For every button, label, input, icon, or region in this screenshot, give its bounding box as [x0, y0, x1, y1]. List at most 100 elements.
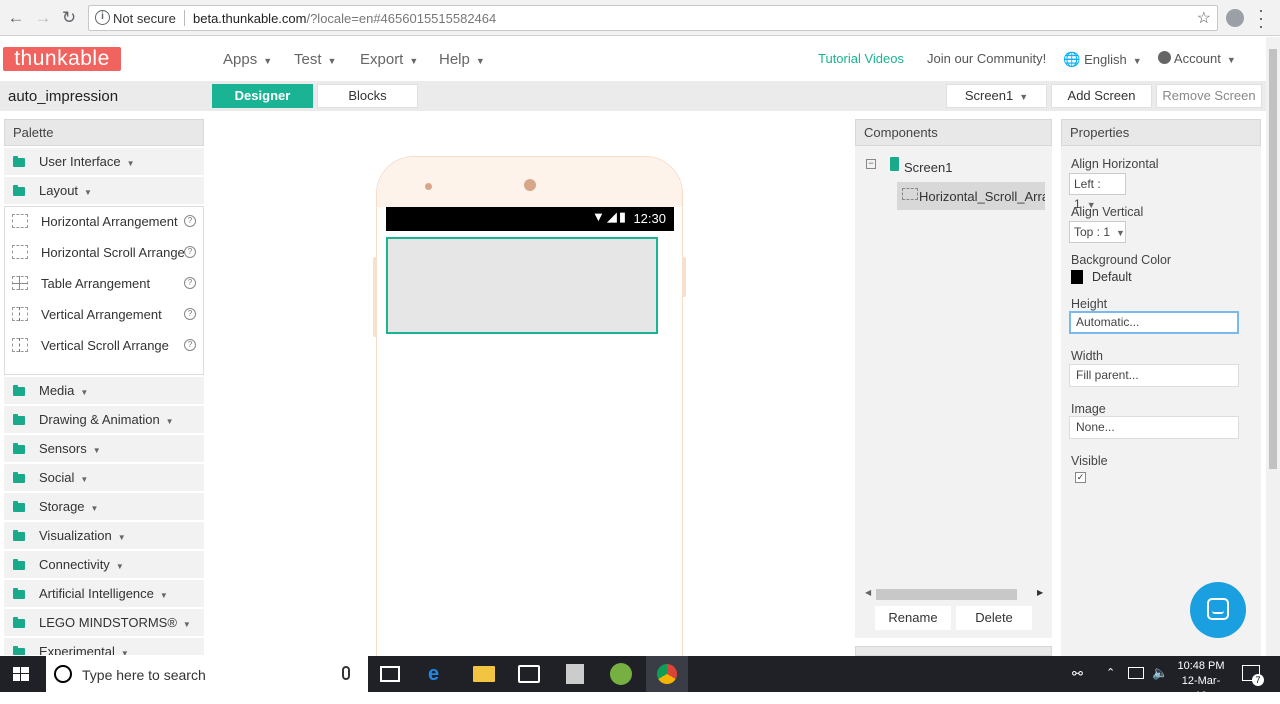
chevron-down-icon: ▼	[263, 56, 273, 66]
project-name: auto_impression	[8, 88, 119, 105]
microphone-icon[interactable]	[342, 666, 350, 680]
category-media[interactable]: Media ▼	[4, 377, 204, 405]
tree-item-selected[interactable]: Horizontal_Scroll_Arran	[897, 182, 1045, 210]
tree-item-screen1[interactable]: Screen1	[904, 160, 952, 175]
back-icon[interactable]: ←	[6, 8, 26, 28]
forward-icon[interactable]: →	[33, 8, 53, 28]
tray-expand-icon[interactable]: ⌃	[1106, 666, 1115, 679]
horizontal-scroll-arrangement[interactable]	[386, 237, 658, 334]
menu-export[interactable]: Export ▼	[360, 51, 418, 68]
reload-icon[interactable]: ↻	[59, 8, 79, 28]
components-actions: Rename Delete	[855, 604, 1052, 638]
help-icon[interactable]: ?	[184, 308, 196, 320]
horizontal-scrollbar[interactable]	[876, 589, 1017, 600]
divider	[184, 10, 185, 26]
remove-screen-button[interactable]: Remove Screen	[1156, 84, 1262, 108]
category-visualization[interactable]: Visualization ▼	[4, 522, 204, 550]
category-user-interface[interactable]: User Interface ▼	[4, 148, 204, 176]
category-drawing-animation[interactable]: Drawing & Animation ▼	[4, 406, 204, 434]
help-icon[interactable]: ?	[184, 339, 196, 351]
palette-item-vertical-scroll[interactable]: Vertical Scroll Arrange?	[5, 331, 203, 362]
category-social[interactable]: Social ▼	[4, 464, 204, 492]
width-input[interactable]: Fill parent...	[1069, 364, 1239, 387]
browser-toolbar: ← → ↻ i Not secure beta.thunkable.com/?l…	[0, 0, 1280, 36]
chat-button[interactable]	[1190, 582, 1246, 638]
windows-start-icon[interactable]	[13, 667, 29, 681]
category-connectivity[interactable]: Connectivity ▼	[4, 551, 204, 579]
chevron-down-icon: ▼	[1019, 92, 1029, 102]
people-icon[interactable]: ⚯	[1072, 666, 1083, 682]
delete-button[interactable]: Delete	[956, 606, 1032, 630]
menu-help[interactable]: Help ▼	[439, 51, 485, 68]
category-sensors[interactable]: Sensors ▼	[4, 435, 204, 463]
phone-button	[373, 257, 377, 337]
help-icon[interactable]: ?	[184, 215, 196, 227]
height-input[interactable]: Automatic...	[1069, 311, 1239, 334]
taskbar-search[interactable]: Type here to search	[46, 656, 368, 692]
tutorial-videos-link[interactable]: Tutorial Videos	[818, 51, 904, 66]
taskbar-clock[interactable]: 10:48 PM 12-Mar-18	[1176, 659, 1226, 704]
task-view-icon[interactable]	[380, 666, 400, 682]
category-artificial-intelligence[interactable]: Artificial Intelligence ▼	[4, 580, 204, 608]
help-icon[interactable]: ?	[184, 246, 196, 258]
help-icon[interactable]: ?	[184, 277, 196, 289]
chevron-down-icon: ▼	[80, 475, 89, 484]
align-horizontal-select[interactable]: Left : 1 ▼	[1069, 173, 1126, 211]
file-explorer-icon[interactable]	[473, 666, 495, 682]
chevron-down-icon: ▼	[126, 159, 135, 168]
community-link[interactable]: Join our Community!	[927, 51, 1046, 66]
language-menu[interactable]: 🌐 English ▼	[1063, 51, 1142, 68]
category-storage[interactable]: Storage ▼	[4, 493, 204, 521]
designer-toolbar: auto_impression Designer Blocks Screen1 ▼…	[0, 81, 1266, 111]
browser-menu-icon[interactable]: · · ·	[1256, 1, 1266, 35]
palette-item-horizontal-arrangement[interactable]: Horizontal Arrangement?	[5, 207, 203, 238]
background-color-value[interactable]: Default	[1092, 270, 1132, 284]
horizontal-scroll-icon	[12, 245, 28, 259]
edge-icon[interactable]: e	[428, 664, 450, 684]
category-layout[interactable]: Layout ▼	[4, 177, 204, 205]
user-icon	[1158, 51, 1171, 64]
signal-battery-icon: ▼◢▮	[591, 209, 628, 224]
chevron-down-icon: ▼	[475, 56, 485, 66]
scroll-left-icon[interactable]: ◀	[865, 588, 873, 597]
color-swatch[interactable]	[1071, 270, 1083, 284]
category-label: Experimental	[39, 644, 115, 656]
address-bar[interactable]: i Not secure beta.thunkable.com/?locale=…	[88, 5, 1218, 31]
menu-test[interactable]: Test ▼	[294, 51, 336, 68]
collapse-icon[interactable]: −	[866, 159, 876, 169]
account-menu[interactable]: Account ▼	[1158, 51, 1236, 66]
menu-apps[interactable]: Apps ▼	[223, 51, 272, 68]
visible-checkbox[interactable]: ✓	[1075, 472, 1086, 483]
page-scrollbar[interactable]	[1266, 37, 1280, 656]
phone-preview: ▼◢▮ 12:30	[373, 156, 686, 676]
phone-status-bar: ▼◢▮ 12:30	[386, 207, 674, 231]
chrome-taskbar-item[interactable]	[646, 656, 688, 692]
align-vertical-select[interactable]: Top : 1 ▼	[1069, 221, 1126, 243]
scrollbar-thumb[interactable]	[1269, 49, 1277, 469]
category-lego-mindstorms[interactable]: LEGO MINDSTORMS® ▼	[4, 609, 204, 637]
bookmark-star-icon[interactable]: ☆	[1197, 8, 1211, 28]
image-input[interactable]: None...	[1069, 416, 1239, 439]
palette-item-table-arrangement[interactable]: Table Arrangement?	[5, 269, 203, 300]
palette-item-horizontal-scroll[interactable]: Horizontal Scroll Arrange?	[5, 238, 203, 269]
thunkable-logo[interactable]: thunkable	[3, 47, 121, 71]
network-icon[interactable]	[1128, 667, 1144, 679]
utorrent-icon[interactable]	[610, 663, 632, 685]
palette-item-vertical-arrangement[interactable]: Vertical Arrangement?	[5, 300, 203, 331]
rename-button[interactable]: Rename	[875, 606, 951, 630]
add-screen-button[interactable]: Add Screen	[1051, 84, 1152, 108]
chevron-down-icon: ▼	[120, 649, 129, 656]
folder-icon	[13, 501, 25, 512]
extension-icon[interactable]	[1226, 9, 1244, 27]
designer-button[interactable]: Designer	[212, 84, 313, 108]
properties-header: Properties	[1061, 119, 1261, 146]
category-experimental[interactable]: Experimental ▼	[4, 638, 204, 656]
store-icon[interactable]	[518, 665, 540, 683]
blocks-button[interactable]: Blocks	[317, 84, 418, 108]
url-text[interactable]: beta.thunkable.com/?locale=en#4656015515…	[193, 11, 496, 26]
info-icon[interactable]: i	[95, 10, 110, 25]
calculator-icon[interactable]	[566, 664, 584, 684]
screen-select[interactable]: Screen1 ▼	[946, 84, 1047, 108]
scroll-right-icon[interactable]: ▶	[1037, 588, 1045, 597]
volume-icon[interactable]: 🔈	[1152, 665, 1168, 681]
